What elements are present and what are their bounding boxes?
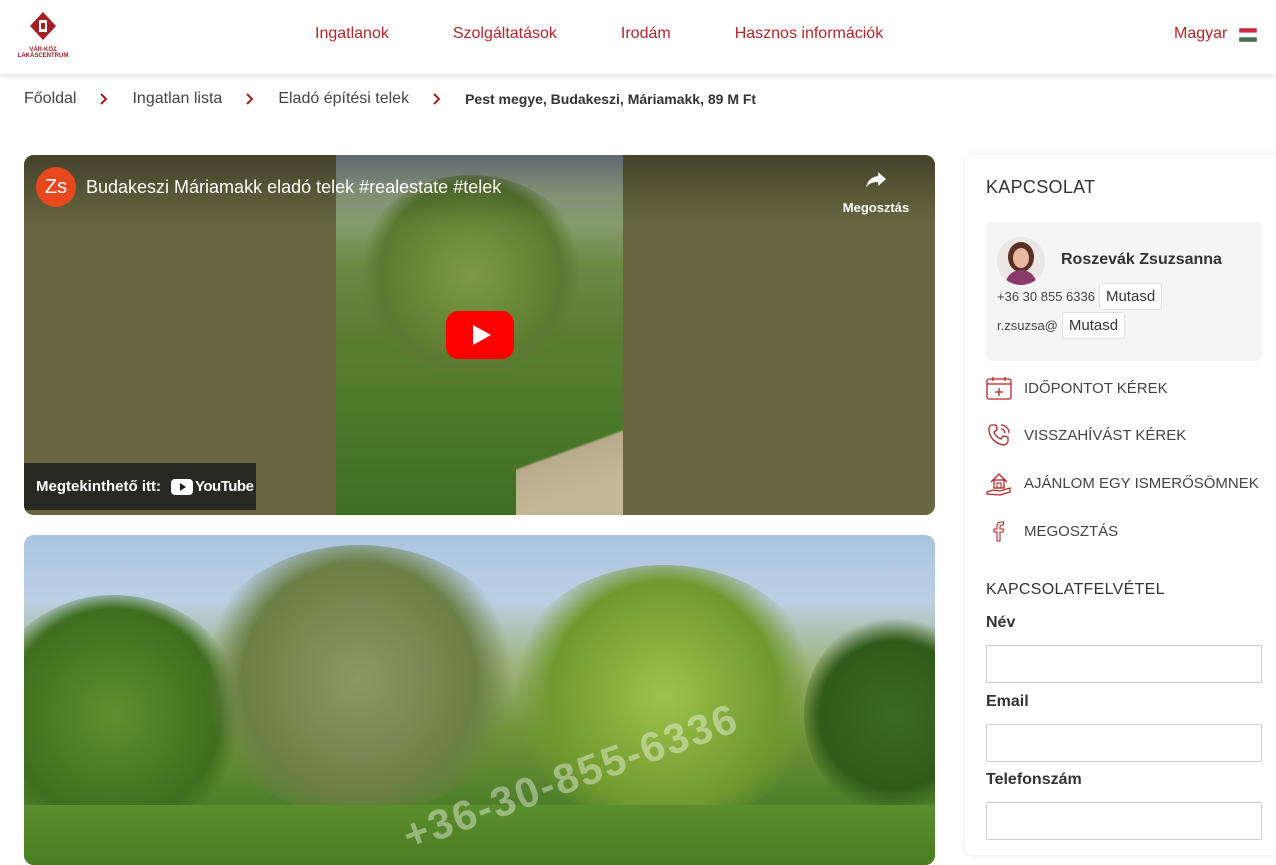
breadcrumb-current: Pest megye, Budakeszi, Máriamakk, 89 M F… bbox=[465, 91, 757, 107]
share-label: Megosztás bbox=[842, 200, 910, 215]
youtube-label: YouTube bbox=[195, 478, 254, 495]
calendar-plus-icon bbox=[986, 377, 1012, 400]
watch-on-label: Megtekinthető itt: bbox=[36, 478, 161, 495]
recommend-to-friend-label: AJÁNLOM EGY ISMERŐSÖMNEK bbox=[1024, 474, 1259, 492]
breadcrumb-home[interactable]: Főoldal bbox=[24, 90, 76, 108]
contact-form-title: KAPCSOLATFELVÉTEL bbox=[986, 581, 1165, 598]
email-label: Email bbox=[986, 693, 1029, 710]
chevron-right-icon bbox=[100, 93, 108, 105]
agent-name: Roszevák Zsuzsanna bbox=[1061, 251, 1222, 268]
share-label: MEGOSZTÁS bbox=[1024, 522, 1119, 540]
phone-callback-icon bbox=[988, 424, 1010, 446]
request-appointment-link[interactable]: IDŐPONTOT KÉREK bbox=[986, 376, 1168, 400]
agent-email-row: r.zsuzsa@ Mutasd bbox=[997, 312, 1126, 339]
property-photo[interactable]: +36-30-855-6336 bbox=[24, 535, 935, 865]
video-title[interactable]: Budakeszi Máriamakk eladó telek #realest… bbox=[86, 177, 501, 198]
language-selector[interactable]: Magyar bbox=[1174, 25, 1258, 43]
logo-diamond-icon bbox=[30, 12, 56, 40]
show-email-button[interactable]: Mutasd bbox=[1061, 312, 1126, 339]
chevron-right-icon bbox=[246, 93, 254, 105]
agent-portrait bbox=[997, 237, 1045, 285]
nav-ingatlanok[interactable]: Ingatlanok bbox=[315, 25, 389, 43]
video-share-button[interactable]: Megosztás bbox=[836, 169, 916, 215]
agent-card: Roszevák Zsuzsanna +36 30 855 6336 Mutas… bbox=[986, 222, 1262, 361]
phone-input[interactable] bbox=[986, 802, 1262, 840]
show-phone-button[interactable]: Mutasd bbox=[1098, 283, 1163, 310]
youtube-video-embed[interactable]: Zs Budakeszi Máriamakk eladó telek #real… bbox=[24, 155, 935, 515]
agent-email: r.zsuzsa@ bbox=[997, 318, 1058, 333]
language-label: Magyar bbox=[1174, 25, 1228, 42]
chevron-right-icon bbox=[433, 93, 441, 105]
site-header: VÁR-KÖZ LAKÁSCENTRUM Ingatlanok Szolgálta… bbox=[0, 0, 1276, 74]
nav-hasznos-informaciok[interactable]: Hasznos információk bbox=[735, 25, 884, 43]
recommend-to-friend-link[interactable]: AJÁNLOM EGY ISMERŐSÖMNEK bbox=[986, 470, 1259, 496]
facebook-icon bbox=[993, 521, 1005, 542]
contact-sidebar: KAPCSOLAT Roszevák Zsuzsanna +36 30 855 … bbox=[965, 155, 1276, 855]
main-nav: Ingatlanok Szolgáltatások Irodám Hasznos… bbox=[315, 25, 947, 43]
breadcrumb: Főoldal Ingatlan lista Eladó építési tel… bbox=[24, 90, 756, 108]
channel-avatar[interactable]: Zs bbox=[36, 167, 76, 207]
watch-on-youtube-bar[interactable]: Megtekinthető itt: YouTube bbox=[24, 463, 256, 510]
name-input[interactable] bbox=[986, 645, 1262, 683]
company-logo[interactable]: VÁR-KÖZ LAKÁSCENTRUM bbox=[14, 10, 72, 60]
request-callback-label: VISSZAHÍVÁST KÉREK bbox=[1024, 426, 1187, 444]
email-input[interactable] bbox=[986, 724, 1262, 762]
house-hand-icon bbox=[986, 473, 1011, 496]
name-label: Név bbox=[986, 614, 1016, 631]
photo-tree-shape bbox=[194, 545, 524, 815]
youtube-logo: YouTube bbox=[171, 478, 254, 495]
breadcrumb-elado-epitesi-telek[interactable]: Eladó építési telek bbox=[278, 90, 409, 108]
breadcrumb-ingatlan-lista[interactable]: Ingatlan lista bbox=[132, 90, 222, 108]
sidebar-title: KAPCSOLAT bbox=[986, 177, 1096, 197]
youtube-play-icon bbox=[171, 478, 193, 495]
phone-label: Telefonszám bbox=[986, 771, 1082, 788]
share-link[interactable]: MEGOSZTÁS bbox=[986, 519, 1118, 543]
agent-phone-row: +36 30 855 6336 Mutasd bbox=[997, 283, 1163, 310]
share-arrow-icon bbox=[866, 172, 886, 188]
hungarian-flag-icon bbox=[1239, 28, 1258, 42]
nav-irodam[interactable]: Irodám bbox=[621, 25, 671, 43]
request-appointment-label: IDŐPONTOT KÉREK bbox=[1024, 379, 1168, 397]
agent-phone: +36 30 855 6336 bbox=[997, 289, 1095, 304]
request-callback-link[interactable]: VISSZAHÍVÁST KÉREK bbox=[986, 422, 1186, 448]
logo-text: VÁR-KÖZ LAKÁSCENTRUM bbox=[17, 47, 69, 59]
play-button-icon[interactable] bbox=[446, 311, 514, 359]
photo-tree-shape bbox=[804, 615, 935, 815]
agent-avatar bbox=[997, 237, 1045, 285]
nav-szolgaltatasok[interactable]: Szolgáltatások bbox=[453, 25, 557, 43]
